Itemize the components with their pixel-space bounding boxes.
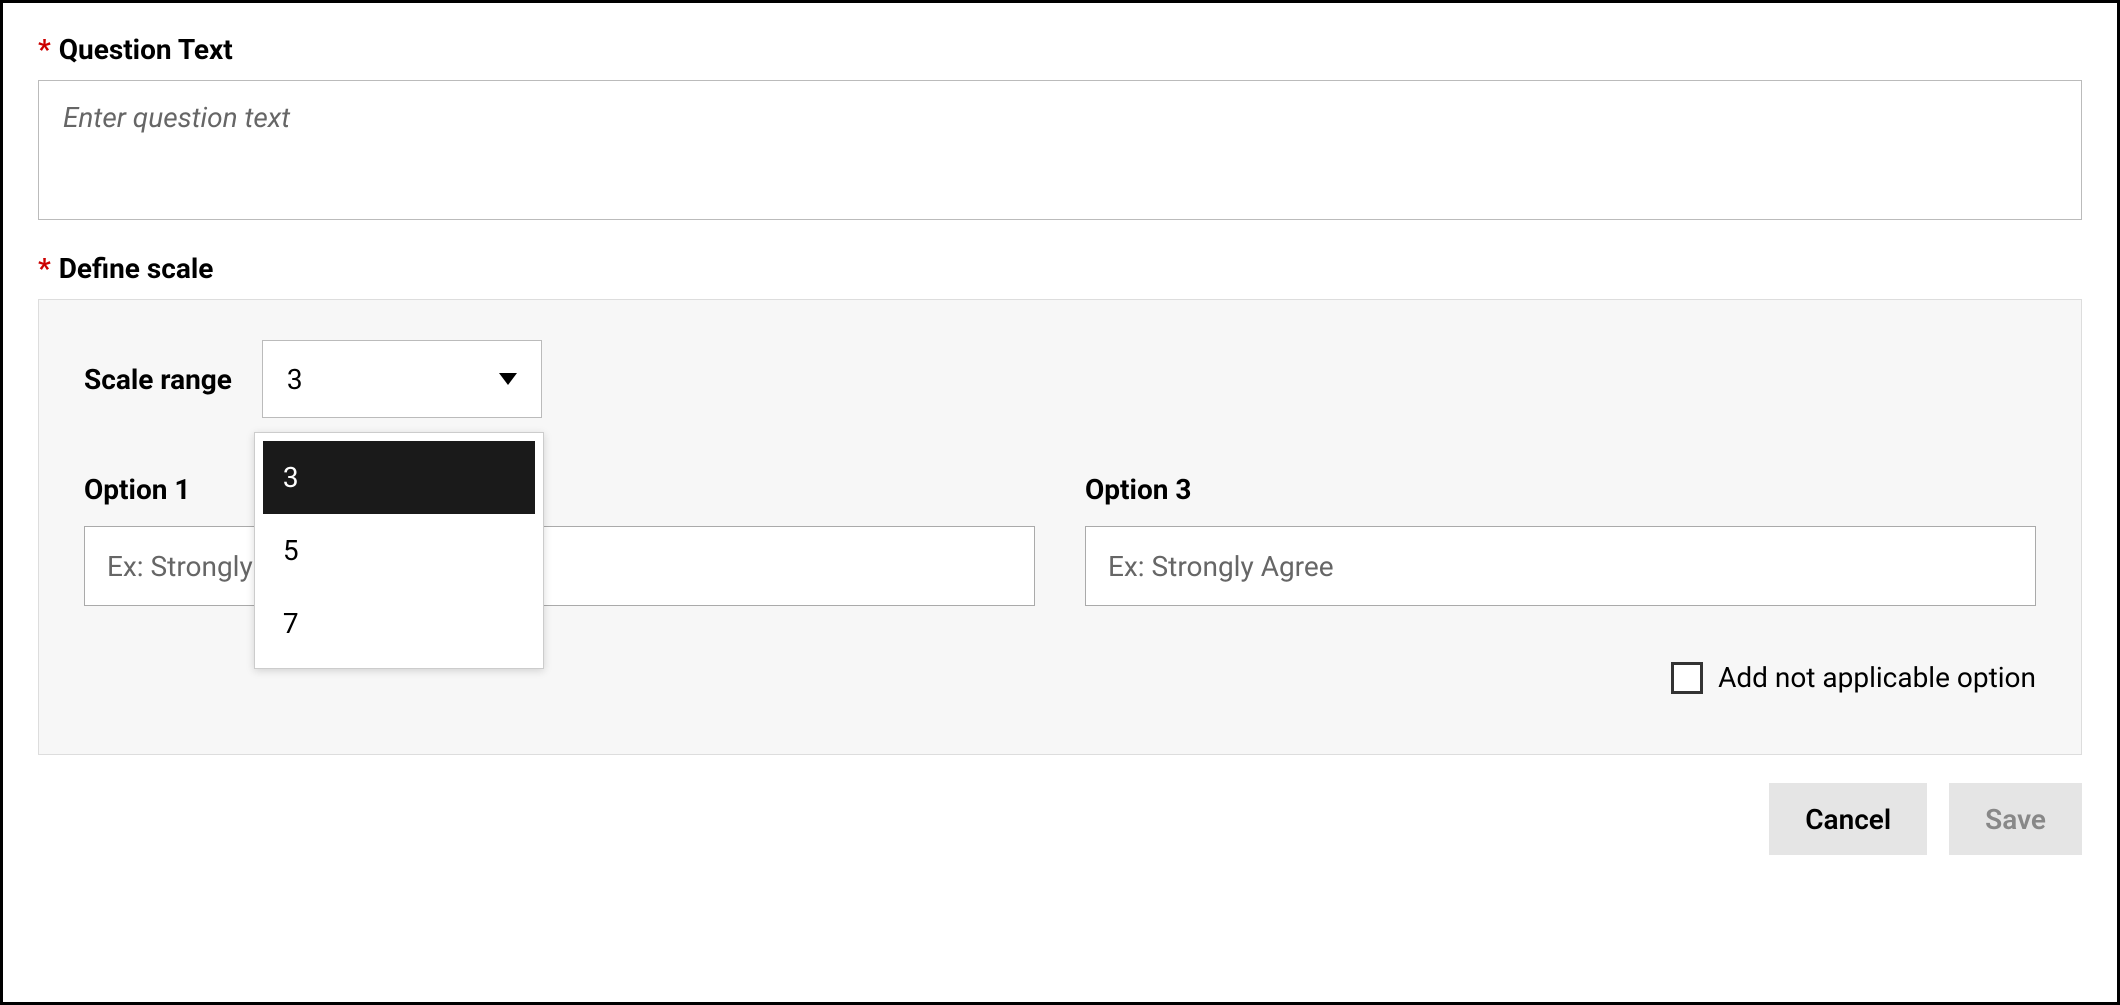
required-asterisk-icon: * [38,33,51,66]
define-scale-label-text: Define scale [59,252,214,285]
not-applicable-label: Add not applicable option [1718,661,2036,694]
option-3-column: Option 3 [1085,473,2036,606]
scale-range-menu: 3 5 7 [254,432,544,669]
question-text-label-text: Question Text [59,33,233,66]
question-text-field: * Question Text [38,33,2082,224]
scale-range-row: Scale range 3 3 5 7 [84,340,2036,418]
scale-range-option-3[interactable]: 3 [263,441,535,514]
option-1-column: Option 1 [84,473,1035,606]
scale-range-select[interactable]: 3 [262,340,542,418]
scale-range-dropdown-wrapper: 3 3 5 7 [262,340,542,418]
question-editor-dialog: * Question Text * Define scale Scale ran… [0,0,2120,1005]
define-scale-section: * Define scale Scale range 3 3 5 7 [38,252,2082,755]
define-scale-label: * Define scale [38,252,2082,285]
scale-panel: Scale range 3 3 5 7 Option 1 [38,299,2082,755]
save-button[interactable]: Save [1949,783,2082,855]
required-asterisk-icon: * [38,252,51,285]
question-text-input[interactable] [38,80,2082,220]
option-1-input[interactable] [84,526,1035,606]
cancel-button[interactable]: Cancel [1769,783,1927,855]
scale-range-option-5[interactable]: 5 [263,514,535,587]
scale-range-selected-value: 3 [287,363,303,396]
option-3-input[interactable] [1085,526,2036,606]
option-3-label: Option 3 [1085,473,2036,506]
option-1-label: Option 1 [84,473,1035,506]
question-text-label: * Question Text [38,33,2082,66]
not-applicable-checkbox[interactable] [1671,662,1703,694]
chevron-down-icon [499,373,517,385]
scale-range-option-7[interactable]: 7 [263,587,535,660]
scale-range-label: Scale range [84,363,232,396]
dialog-button-row: Cancel Save [38,783,2082,855]
